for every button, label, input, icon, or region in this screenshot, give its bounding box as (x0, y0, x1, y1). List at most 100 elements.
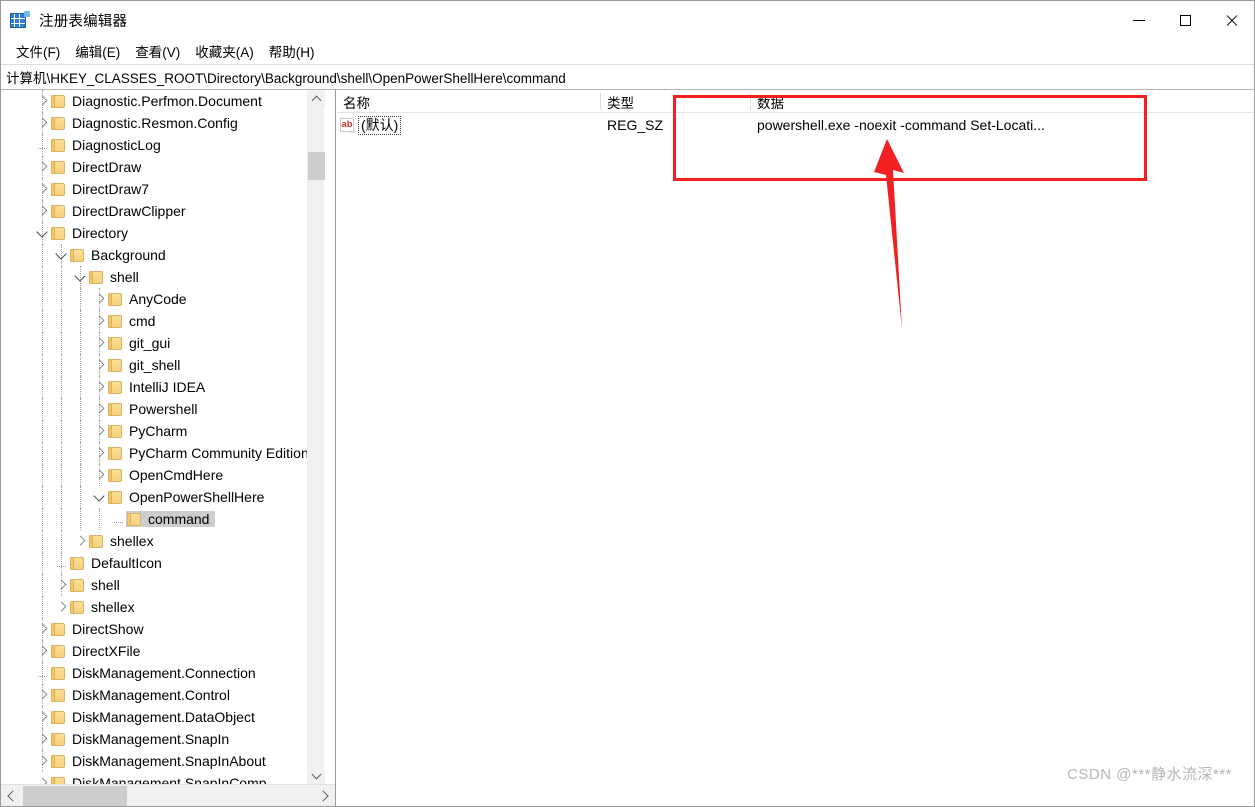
tree-item-hit-area[interactable]: git_shell (107, 357, 186, 373)
chevron-right-icon[interactable] (34, 181, 50, 197)
chevron-right-icon[interactable] (91, 423, 107, 439)
tree-item-hit-area[interactable]: Powershell (107, 401, 203, 417)
tree-item-shellex[interactable]: shellex (1, 596, 313, 618)
tree-item-diskmanagement-snapinabout[interactable]: DiskManagement.SnapInAbout (1, 750, 313, 772)
tree-horizontal-scroll-thumb[interactable] (23, 786, 127, 806)
tree-item-git-shell[interactable]: git_shell (1, 354, 313, 376)
chevron-right-icon[interactable] (34, 115, 50, 131)
value-row[interactable]: ab (默认) REG_SZ powershell.exe -noexit -comm… (337, 113, 1254, 137)
tree-item-background[interactable]: Background (1, 244, 313, 266)
chevron-right-icon[interactable] (34, 731, 50, 747)
column-type[interactable]: 类型 (601, 90, 751, 113)
tree-item-hit-area[interactable]: DiskManagement.SnapInAbout (50, 753, 272, 769)
tree-item-hit-area[interactable]: PyCharm Community Edition (107, 445, 313, 461)
chevron-right-icon[interactable] (34, 753, 50, 769)
chevron-down-icon[interactable] (72, 269, 88, 285)
tree-item-anycode[interactable]: AnyCode (1, 288, 313, 310)
tree-item-hit-area[interactable]: Background (69, 247, 172, 263)
tree-item-hit-area[interactable]: OpenPowerShellHere (107, 489, 270, 505)
tree-item-hit-area[interactable]: git_gui (107, 335, 176, 351)
tree-item-diskmanagement-snapincomp[interactable]: DiskManagement.SnapInComp (1, 772, 313, 784)
menu-edit[interactable]: 编辑(E) (68, 39, 127, 64)
chevron-right-icon[interactable] (91, 291, 107, 307)
tree-item-diagnostic-perfmon-document[interactable]: Diagnostic.Perfmon.Document (1, 90, 313, 112)
scroll-up-button[interactable] (308, 90, 325, 107)
tree-item-hit-area[interactable]: OpenCmdHere (107, 467, 229, 483)
tree-item-hit-area[interactable]: DirectXFile (50, 643, 146, 659)
tree-item-defaulticon[interactable]: DefaultIcon (1, 552, 313, 574)
tree-item-directxfile[interactable]: DirectXFile (1, 640, 313, 662)
tree-item-directshow[interactable]: DirectShow (1, 618, 313, 640)
tree-item-diagnostic-resmon-config[interactable]: Diagnostic.Resmon.Config (1, 112, 313, 134)
menu-file[interactable]: 文件(F) (9, 39, 67, 64)
chevron-right-icon[interactable] (91, 313, 107, 329)
tree-item-hit-area[interactable]: shellex (88, 533, 160, 549)
tree-item-powershell[interactable]: Powershell (1, 398, 313, 420)
chevron-right-icon[interactable] (72, 533, 88, 549)
tree-item-intellij-idea[interactable]: IntelliJ IDEA (1, 376, 313, 398)
tree-horizontal-scrollbar[interactable] (1, 784, 335, 806)
tree-item-hit-area[interactable]: Directory (50, 225, 134, 241)
tree-item-shell[interactable]: shell (1, 266, 313, 288)
chevron-right-icon[interactable] (91, 445, 107, 461)
tree-item-pycharm-community-edition[interactable]: PyCharm Community Edition (1, 442, 313, 464)
chevron-down-icon[interactable] (53, 247, 69, 263)
tree-item-diagnosticlog[interactable]: DiagnosticLog (1, 134, 313, 156)
chevron-down-icon[interactable] (91, 489, 107, 505)
tree-item-hit-area[interactable]: shell (88, 269, 145, 285)
chevron-right-icon[interactable] (34, 709, 50, 725)
chevron-right-icon[interactable] (91, 335, 107, 351)
column-name[interactable]: 名称 (337, 90, 601, 113)
tree-item-shellex[interactable]: shellex (1, 530, 313, 552)
tree-item-opencmdhere[interactable]: OpenCmdHere (1, 464, 313, 486)
column-data[interactable]: 数据 (751, 90, 1254, 113)
tree-item-hit-area[interactable]: DiskManagement.Connection (50, 665, 262, 681)
tree-item-directdrawclipper[interactable]: DirectDrawClipper (1, 200, 313, 222)
tree-item-diskmanagement-control[interactable]: DiskManagement.Control (1, 684, 313, 706)
tree-item-hit-area[interactable]: Diagnostic.Resmon.Config (50, 115, 244, 131)
tree-item-hit-area[interactable]: shellex (69, 599, 141, 615)
tree-item-hit-area[interactable]: AnyCode (107, 291, 193, 307)
chevron-right-icon[interactable] (53, 599, 69, 615)
minimize-button[interactable] (1116, 1, 1162, 39)
tree-item-diskmanagement-dataobject[interactable]: DiskManagement.DataObject (1, 706, 313, 728)
chevron-right-icon[interactable] (91, 467, 107, 483)
tree-item-hit-area[interactable]: DiskManagement.SnapIn (50, 731, 235, 747)
chevron-right-icon[interactable] (34, 687, 50, 703)
menu-help[interactable]: 帮助(H) (262, 39, 322, 64)
tree-item-openpowershellhere[interactable]: OpenPowerShellHere (1, 486, 313, 508)
scroll-right-button[interactable] (314, 785, 335, 806)
tree-item-hit-area[interactable]: DirectShow (50, 621, 150, 637)
close-button[interactable] (1208, 1, 1254, 39)
tree-item-hit-area[interactable]: cmd (107, 313, 161, 329)
tree-item-directory[interactable]: Directory (1, 222, 313, 244)
tree-item-hit-area[interactable]: DefaultIcon (69, 555, 168, 571)
tree-item-hit-area[interactable]: DiskManagement.Control (50, 687, 236, 703)
tree-item-hit-area[interactable]: DirectDrawClipper (50, 203, 192, 219)
tree-item-pycharm[interactable]: PyCharm (1, 420, 313, 442)
tree-item-git-gui[interactable]: git_gui (1, 332, 313, 354)
tree-item-hit-area[interactable]: DiskManagement.SnapInComp (50, 775, 273, 784)
tree-item-cmd[interactable]: cmd (1, 310, 313, 332)
tree-item-hit-area[interactable]: IntelliJ IDEA (107, 379, 211, 395)
tree-item-shell[interactable]: shell (1, 574, 313, 596)
tree-item-command[interactable]: command (1, 508, 313, 530)
tree-item-directdraw[interactable]: DirectDraw (1, 156, 313, 178)
tree-item-directdraw7[interactable]: DirectDraw7 (1, 178, 313, 200)
tree-item-hit-area[interactable]: shell (69, 577, 126, 593)
chevron-right-icon[interactable] (91, 379, 107, 395)
chevron-right-icon[interactable] (91, 357, 107, 373)
tree-item-diskmanagement-connection[interactable]: DiskManagement.Connection (1, 662, 313, 684)
chevron-right-icon[interactable] (91, 401, 107, 417)
chevron-right-icon[interactable] (53, 577, 69, 593)
chevron-right-icon[interactable] (34, 775, 50, 784)
chevron-down-icon[interactable] (34, 225, 50, 241)
tree-item-hit-area[interactable]: DiskManagement.DataObject (50, 709, 261, 725)
scroll-left-button[interactable] (1, 785, 22, 806)
tree-vertical-scroll-thumb[interactable] (308, 152, 325, 180)
maximize-button[interactable] (1162, 1, 1208, 39)
menu-view[interactable]: 查看(V) (128, 39, 187, 64)
menu-favorites[interactable]: 收藏夹(A) (188, 39, 261, 64)
scroll-down-button[interactable] (308, 767, 325, 784)
chevron-right-icon[interactable] (34, 643, 50, 659)
